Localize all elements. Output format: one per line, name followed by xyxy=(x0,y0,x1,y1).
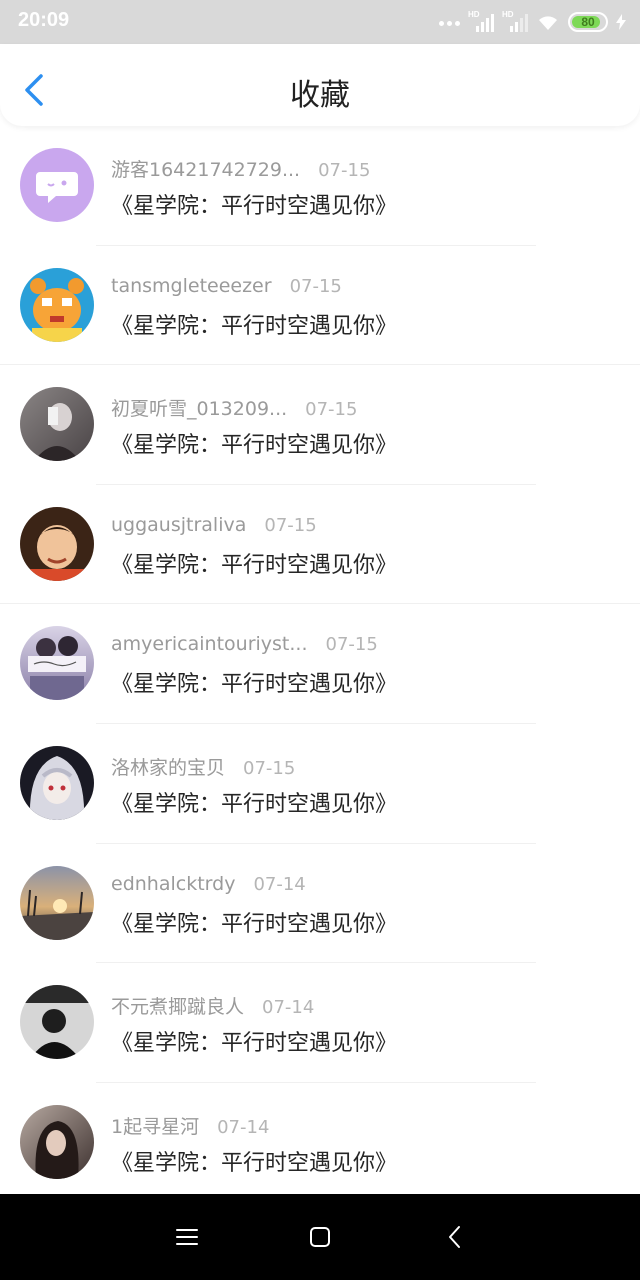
signal-icon-2: HD xyxy=(502,10,528,32)
chat-bubble-icon xyxy=(36,172,78,203)
item-meta: 不元煮揶蹴良人 07-14 xyxy=(111,992,314,1018)
child-photo-avatar-icon xyxy=(30,524,84,581)
username[interactable]: 洛林家的宝贝 xyxy=(111,753,225,780)
book-title[interactable]: 《星学院：平行时空遇见你》 xyxy=(111,308,397,340)
item-meta: uggausjtraliva 07-15 xyxy=(111,514,317,540)
avatar[interactable] xyxy=(20,626,94,701)
sunset-photo-avatar-icon xyxy=(20,889,94,940)
username[interactable]: amyericaintouriyst... xyxy=(111,633,308,655)
book-title[interactable]: 《星学院：平行时空遇见你》 xyxy=(111,188,397,220)
list-item[interactable]: ednhalcktrdy 07-14 《星学院：平行时空遇见你》 xyxy=(0,844,640,964)
date: 07-15 xyxy=(264,514,317,536)
list-item[interactable]: 游客16421742729... 07-15 《星学院：平行时空遇见你》 xyxy=(0,126,640,246)
item-meta: ednhalcktrdy 07-14 xyxy=(111,873,306,899)
book-title[interactable]: 《星学院：平行时空遇见你》 xyxy=(111,906,397,938)
username[interactable]: 1起寻星河 xyxy=(111,1112,199,1139)
username[interactable]: 不元煮揶蹴良人 xyxy=(111,992,244,1019)
date: 07-14 xyxy=(262,997,315,1019)
menu-icon[interactable] xyxy=(172,1222,202,1252)
date: 07-14 xyxy=(253,873,306,895)
girl-photo-avatar-icon xyxy=(35,1120,79,1179)
item-meta: 1起寻星河 07-14 xyxy=(111,1112,269,1138)
item-meta: 初夏听雪_013209... 07-15 xyxy=(111,394,357,420)
book-title[interactable]: 《星学院：平行时空遇见你》 xyxy=(111,427,397,459)
username[interactable]: tansmgleteeezer xyxy=(111,275,272,297)
avatar[interactable] xyxy=(20,865,94,940)
charging-icon xyxy=(616,14,626,30)
list-item[interactable]: 不元煮揶蹴良人 07-14 《星学院：平行时空遇见你》 xyxy=(0,963,640,1083)
system-nav-bar xyxy=(0,1194,640,1280)
page-title: 收藏 xyxy=(290,78,350,113)
list-item[interactable]: amyericaintouriyst... 07-15 《星学院：平行时空遇见你… xyxy=(0,604,640,724)
book-title[interactable]: 《星学院：平行时空遇见你》 xyxy=(111,1025,397,1057)
couple-photo-avatar-icon xyxy=(28,636,86,701)
date: 07-15 xyxy=(243,757,296,779)
status-icons: HD HD 80 xyxy=(439,10,626,34)
date: 07-15 xyxy=(318,160,371,181)
avatar[interactable] xyxy=(20,745,94,820)
notification-dots-icon xyxy=(439,12,460,32)
avatar[interactable] xyxy=(20,506,94,581)
battery-level: 80 xyxy=(581,15,595,29)
item-meta: amyericaintouriyst... 07-15 xyxy=(111,633,378,659)
book-title[interactable]: 《星学院：平行时空遇见你》 xyxy=(111,547,397,579)
avatar[interactable] xyxy=(20,1104,94,1179)
date: 07-15 xyxy=(305,399,358,421)
photo-avatar-icon xyxy=(34,403,80,462)
username[interactable]: uggausjtraliva xyxy=(111,514,246,536)
battery-icon: 80 xyxy=(568,12,608,32)
wifi-icon xyxy=(539,16,557,30)
username[interactable]: ednhalcktrdy xyxy=(111,873,235,895)
list-item[interactable]: 初夏听雪_013209... 07-15 《星学院：平行时空遇见你》 xyxy=(0,365,640,485)
list-item[interactable]: tansmgleteeezer 07-15 《星学院：平行时空遇见你》 xyxy=(0,246,640,366)
cartoon-bear-avatar-icon xyxy=(30,277,84,342)
back-icon[interactable] xyxy=(440,1222,470,1252)
favorites-list: 游客16421742729... 07-15 《星学院：平行时空遇见你》 tan… xyxy=(0,126,640,1202)
item-meta: 游客16421742729... 07-15 xyxy=(111,155,370,181)
status-time: 20:09 xyxy=(18,9,70,31)
list-item[interactable]: 洛林家的宝贝 07-15 《星学院：平行时空遇见你》 xyxy=(0,724,640,844)
username[interactable]: 游客16421742729... xyxy=(111,155,300,182)
date: 07-14 xyxy=(217,1116,270,1138)
date: 07-15 xyxy=(325,634,378,656)
avatar[interactable] xyxy=(20,148,94,222)
book-title[interactable]: 《星学院：平行时空遇见你》 xyxy=(111,666,397,698)
header-bar: 收藏 xyxy=(0,44,640,126)
username[interactable]: 初夏听雪_013209... xyxy=(111,394,287,421)
signal-icon: HD xyxy=(468,10,494,32)
anime-avatar-icon xyxy=(29,755,85,820)
avatar[interactable] xyxy=(20,985,94,1060)
list-item[interactable]: uggausjtraliva 07-15 《星学院：平行时空遇见你》 xyxy=(0,485,640,605)
status-bar: 20:09 HD HD 80 xyxy=(0,0,640,44)
bw-photo-avatar-icon xyxy=(20,985,94,1060)
book-title[interactable]: 《星学院：平行时空遇见你》 xyxy=(111,786,397,818)
item-meta: 洛林家的宝贝 07-15 xyxy=(111,753,295,779)
item-meta: tansmgleteeezer 07-15 xyxy=(111,275,342,301)
book-title[interactable]: 《星学院：平行时空遇见你》 xyxy=(111,1145,397,1177)
avatar[interactable] xyxy=(20,387,94,462)
date: 07-15 xyxy=(289,275,342,297)
avatar[interactable] xyxy=(20,267,94,342)
home-icon[interactable] xyxy=(305,1222,335,1252)
list-item[interactable]: 1起寻星河 07-14 《星学院：平行时空遇见你》 xyxy=(0,1083,640,1203)
